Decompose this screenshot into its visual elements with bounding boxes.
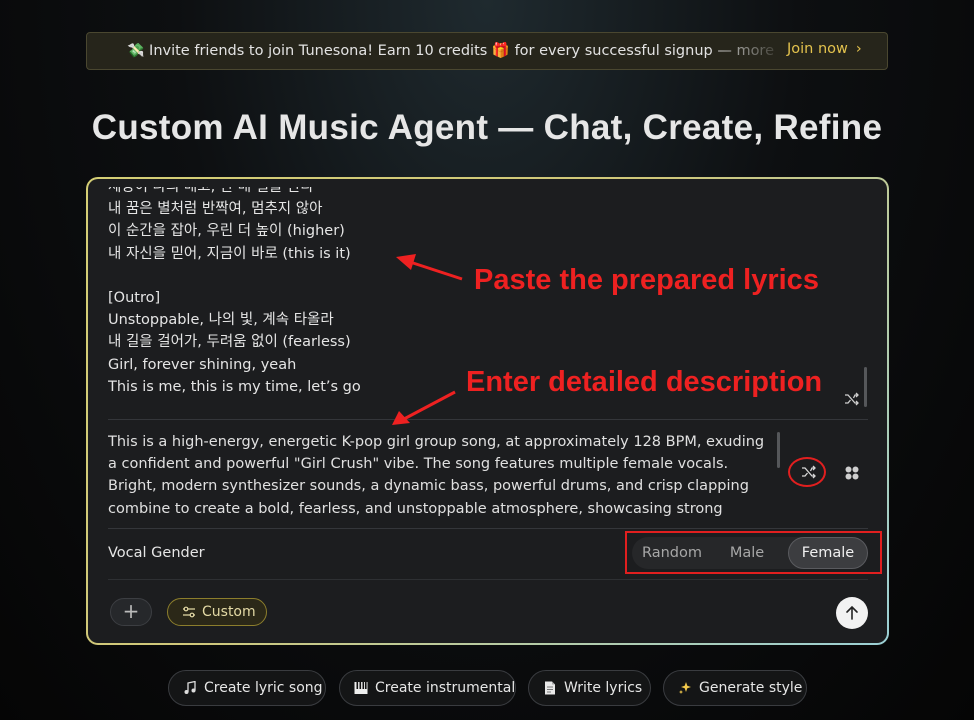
chip-label: Write lyrics [564, 680, 643, 696]
annotation-arrows [392, 254, 463, 425]
chip-label: Generate style [699, 680, 803, 696]
chip-create-instrumental[interactable]: Create instrumental [339, 670, 516, 706]
chip-generate-style[interactable]: Generate style [663, 670, 807, 706]
chip-label: Create instrumental [375, 680, 516, 696]
annotation-description: Enter detailed description [466, 366, 823, 398]
sparkles-icon [679, 682, 691, 694]
annotation-lyrics: Paste the prepared lyrics [474, 264, 819, 296]
chip-create-lyric-song[interactable]: Create lyric song [168, 670, 326, 706]
suggestion-chips: Create lyric song Create instrumental Wr… [0, 670, 974, 706]
chip-write-lyrics[interactable]: Write lyrics [528, 670, 651, 706]
chip-label: Create lyric song [204, 680, 323, 696]
music-note-icon [184, 681, 196, 694]
piano-icon [354, 682, 368, 694]
document-icon [545, 681, 555, 695]
